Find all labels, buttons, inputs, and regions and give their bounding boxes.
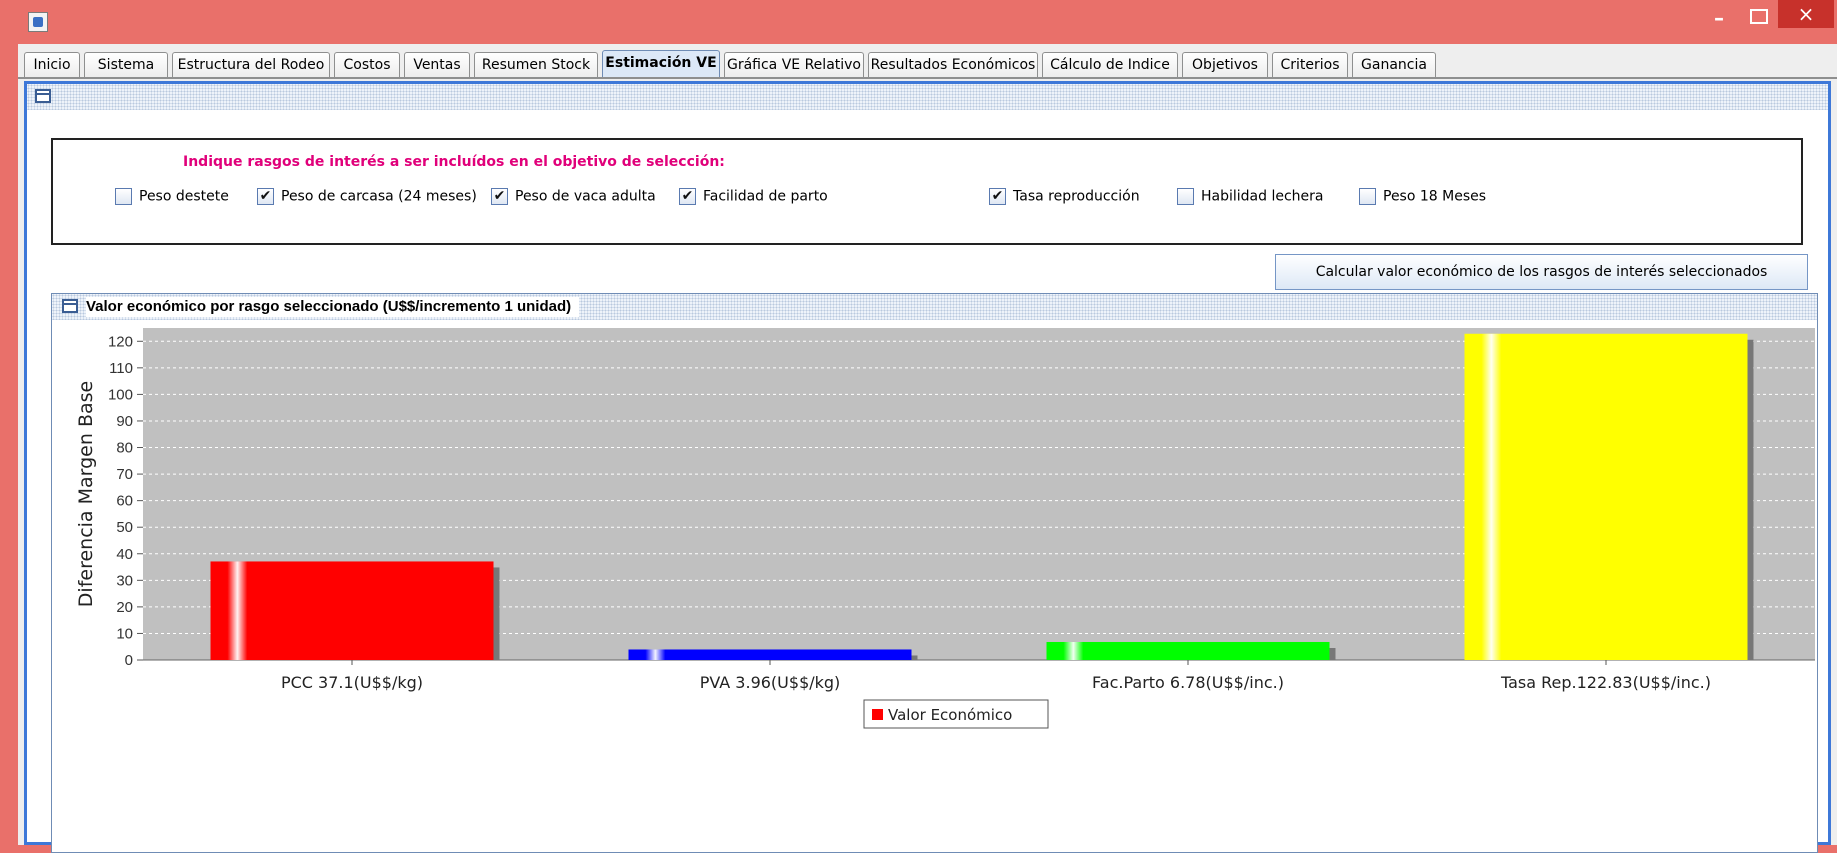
checkbox-unchecked[interactable] [1359, 188, 1376, 205]
x-tick-label: PCC 37.1(U$$/kg) [281, 673, 423, 692]
maximize-icon [1750, 9, 1768, 24]
trait-option-label: Peso de vaca adulta [515, 188, 656, 205]
window-titlebar: – × [0, 0, 1837, 44]
chart-panel-title: Valor económico por rasgo seleccionado (… [86, 297, 580, 317]
tab-resumen-stock[interactable]: Resumen Stock [474, 52, 598, 78]
y-tick-label: 50 [116, 519, 133, 536]
close-button[interactable]: × [1778, 0, 1834, 28]
minimize-button[interactable]: – [1700, 6, 1738, 34]
y-tick-label: 90 [116, 413, 133, 430]
trait-option-peso-18-meses[interactable]: Peso 18 Meses [1359, 188, 1486, 208]
trait-option-label: Peso destete [139, 188, 229, 205]
trait-option-peso-de-vaca-adulta[interactable]: ✔ Peso de vaca adulta [491, 188, 656, 208]
tab-criterios[interactable]: Criterios [1272, 52, 1348, 78]
y-tick-label: 10 [116, 625, 133, 642]
x-tick-label: Fac.Parto 6.78(U$$/inc.) [1092, 673, 1284, 692]
bar-highlight [628, 649, 912, 660]
tab-inicio[interactable]: Inicio [24, 52, 80, 78]
trait-option-tasa-reproduccion[interactable]: ✔ Tasa reproducción [989, 188, 1140, 208]
y-tick-label: 60 [116, 493, 133, 510]
bar-chart: 0 10 20 30 40 50 60 70 80 90 100 110 120 PCC 37.1(U$$… [75, 328, 1815, 729]
panel-header [27, 84, 1828, 110]
traits-prompt: Indique rasgos de interés a ser incluído… [183, 154, 725, 170]
checkbox-checked[interactable]: ✔ [679, 188, 696, 205]
y-tick-label: 30 [116, 572, 133, 589]
y-tick-label: 100 [108, 386, 133, 403]
checkbox-checked[interactable]: ✔ [491, 188, 508, 205]
checkbox-checked[interactable]: ✔ [257, 188, 274, 205]
tab-grafica-ve-relativo[interactable]: Gráfica VE Relativo [724, 52, 864, 78]
y-tick-label: 80 [116, 440, 133, 457]
legend-swatch [872, 709, 883, 720]
trait-option-habilidad-lechera[interactable]: Habilidad lechera [1177, 188, 1324, 208]
tab-estimacion-ve[interactable]: Estimación VE [602, 50, 720, 79]
tab-calculo-de-indice[interactable]: Cálculo de Indice [1042, 52, 1178, 78]
tab-estructura-del-rodeo[interactable]: Estructura del Rodeo [172, 52, 330, 78]
chart-panel-header: Valor económico por rasgo seleccionado (… [52, 294, 1817, 320]
tab-sistema[interactable]: Sistema [84, 52, 168, 78]
trait-option-peso-destete[interactable]: Peso destete [115, 188, 229, 208]
bar-highlight [210, 561, 494, 660]
checkbox-unchecked[interactable] [1177, 188, 1194, 205]
tab-bar-divider [18, 77, 1837, 79]
tab-ventas[interactable]: Ventas [404, 52, 470, 78]
y-tick-label: 70 [116, 466, 133, 483]
trait-option-label: Tasa reproducción [1013, 188, 1140, 205]
traits-selection-box: Indique rasgos de interés a ser incluído… [51, 138, 1803, 245]
y-tick-label: 40 [116, 546, 133, 563]
tab-ganancia[interactable]: Ganancia [1352, 52, 1436, 78]
legend-label: Valor Económico [888, 706, 1012, 724]
maximize-button[interactable] [1740, 4, 1778, 32]
trait-option-label: Facilidad de parto [703, 188, 828, 205]
y-tick-label: 120 [108, 333, 133, 350]
panel-window-icon [35, 89, 51, 103]
tab-costos[interactable]: Costos [334, 52, 400, 78]
y-tick-label: 110 [109, 360, 133, 377]
tab-objetivos[interactable]: Objetivos [1182, 52, 1268, 78]
tab-content-panel: Indique rasgos de interés a ser incluído… [24, 81, 1831, 853]
y-axis-label: Diferencia Margen Base [75, 381, 97, 607]
y-tick-label: 0 [125, 652, 133, 669]
chart-panel: Valor económico por rasgo seleccionado (… [51, 293, 1818, 853]
y-tick-label: 20 [116, 599, 133, 616]
bar-highlight [1464, 333, 1748, 660]
x-tick-label: Tasa Rep.122.83(U$$/inc.) [1500, 673, 1711, 692]
chart-panel-icon [62, 299, 78, 313]
trait-option-label: Peso de carcasa (24 meses) [281, 188, 477, 205]
trait-option-peso-de-carcasa-24-meses[interactable]: ✔ Peso de carcasa (24 meses) [257, 188, 477, 208]
trait-option-facilidad-de-parto[interactable]: ✔ Facilidad de parto [679, 188, 828, 208]
main-frame: Inicio Sistema Estructura del Rodeo Costos V… [18, 44, 1837, 853]
calculate-economic-value-button[interactable]: Calcular valor económico de los rasgos d… [1275, 254, 1808, 290]
bar-highlight [1046, 641, 1330, 660]
checkbox-unchecked[interactable] [115, 188, 132, 205]
trait-option-label: Habilidad lechera [1201, 188, 1324, 205]
tab-resultados-economicos[interactable]: Resultados Económicos [868, 52, 1038, 78]
app-icon [28, 12, 48, 32]
trait-option-label: Peso 18 Meses [1383, 188, 1487, 205]
checkbox-checked[interactable]: ✔ [989, 188, 1006, 205]
x-tick-label: PVA 3.96(U$$/kg) [700, 673, 841, 692]
